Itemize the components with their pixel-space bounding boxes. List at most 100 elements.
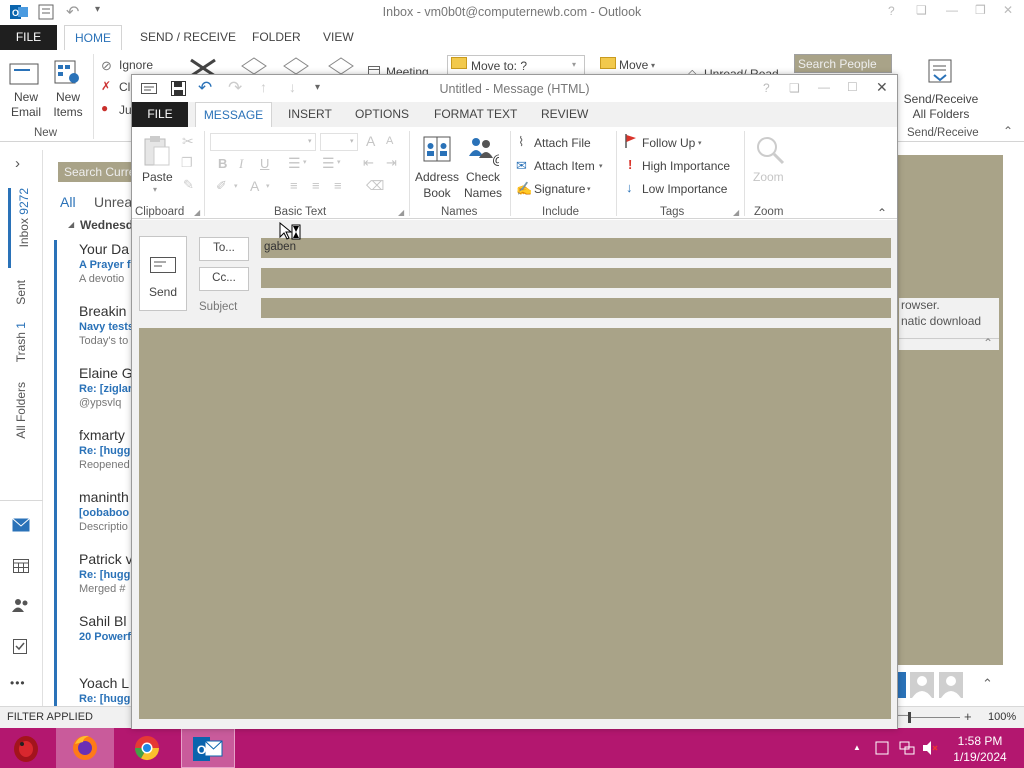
tab-file[interactable]: FILE	[0, 25, 57, 50]
list-item[interactable]: maninth [oobaboo Descriptio	[54, 488, 134, 550]
decrease-indent-icon[interactable]: ⇤	[363, 155, 374, 171]
action-center-icon[interactable]	[875, 741, 889, 755]
align-right-icon[interactable]: ≡	[334, 178, 342, 193]
clipboard-launcher-icon[interactable]: ◢	[194, 208, 200, 217]
list-item[interactable]: Yoach L Re: [hugg	[54, 674, 134, 706]
compose-minimize-button[interactable]: —	[818, 80, 830, 94]
align-left-icon[interactable]: ≡	[290, 178, 298, 193]
filter-all[interactable]: All	[60, 194, 76, 210]
nav-folder-sent[interactable]: Sent	[14, 280, 28, 305]
contact-photo-icon[interactable]	[939, 672, 963, 698]
search-people-input[interactable]: Search People	[794, 54, 892, 73]
zoom-button[interactable]: Zoom	[753, 170, 784, 184]
move-button[interactable]: Move	[619, 58, 648, 72]
tab-message[interactable]: MESSAGE	[195, 102, 272, 128]
nav-folder-trash[interactable]: Trash 1	[14, 322, 28, 362]
compose-ribbon-display-button[interactable]: ❑	[789, 81, 800, 95]
increase-indent-icon[interactable]: ⇥	[386, 155, 397, 171]
tab-format-text[interactable]: FORMAT TEXT	[434, 102, 517, 127]
taskbar-outlook[interactable]: O	[181, 728, 235, 768]
low-importance-button[interactable]: Low Importance	[642, 182, 727, 196]
junk-button[interactable]: Ju	[119, 103, 132, 117]
tasks-icon[interactable]	[13, 638, 27, 654]
taskbar-clock[interactable]: 1:58 PM 1/19/2024	[950, 733, 1010, 765]
signature-dropdown-icon[interactable]: ▾	[587, 185, 591, 193]
list-item[interactable]: Patrick v Re: [hugg Merged #	[54, 550, 134, 612]
list-item[interactable]: Sahil Bl 20 Powerf	[54, 612, 134, 674]
bullets-icon[interactable]: ☰	[288, 155, 301, 172]
zoom-slider[interactable]	[908, 717, 960, 718]
copy-icon[interactable]: ❐	[181, 155, 193, 171]
subject-field[interactable]	[261, 298, 891, 318]
tab-review[interactable]: REVIEW	[541, 102, 588, 127]
volume-muted-icon[interactable]	[922, 740, 938, 756]
taskbar-firefox[interactable]	[56, 728, 114, 768]
highlight-dropdown-icon[interactable]: ▾	[234, 182, 238, 190]
follow-up-button[interactable]: Follow Up	[642, 136, 695, 150]
new-email-button[interactable]	[8, 58, 42, 88]
ribbon-collapse-icon[interactable]: ⌃	[1003, 124, 1013, 138]
move-to-quickstep[interactable]: Move to: ? ▾	[447, 55, 585, 75]
nav-folder-all-folders[interactable]: All Folders	[14, 382, 28, 439]
infobar-collapse-icon[interactable]: ⌃	[983, 336, 993, 350]
people-icon[interactable]	[12, 598, 30, 612]
format-painter-icon[interactable]: ✎	[183, 177, 194, 193]
italic-button[interactable]: I	[239, 156, 243, 172]
bullets-dropdown-icon[interactable]: ▾	[303, 158, 307, 166]
taskbar-chrome[interactable]	[119, 728, 177, 768]
font-size-select[interactable]: ▾	[320, 133, 358, 151]
minimize-button[interactable]: —	[946, 3, 958, 17]
font-color-icon[interactable]: A	[250, 178, 259, 194]
restore-button[interactable]: ❒	[975, 3, 986, 17]
tab-folder[interactable]: FOLDER	[242, 25, 311, 50]
numbering-icon[interactable]: ☰	[322, 155, 335, 172]
cut-icon[interactable]: ✂	[182, 133, 194, 150]
tab-file[interactable]: FILE	[132, 102, 188, 127]
font-color-dropdown-icon[interactable]: ▾	[266, 182, 270, 190]
network-icon[interactable]	[899, 741, 915, 755]
list-item[interactable]: fxmarty Re: [hugg Reopened	[54, 426, 134, 488]
filter-unread[interactable]: Unrea	[94, 194, 132, 210]
ignore-button[interactable]: Ignore	[119, 58, 153, 72]
calendar-icon[interactable]	[13, 559, 29, 573]
address-book-button[interactable]: Address Book	[414, 169, 460, 201]
mail-icon[interactable]	[12, 518, 30, 532]
move-dropdown-icon[interactable]: ▾	[651, 61, 655, 70]
reply-all-icon[interactable]	[282, 56, 310, 76]
close-button[interactable]: ✕	[1003, 3, 1013, 17]
more-nav-icon[interactable]: •••	[10, 676, 26, 690]
cc-field[interactable]	[261, 268, 891, 288]
highlight-icon[interactable]: ✐	[216, 178, 227, 194]
zoom-level[interactable]: 100%	[988, 711, 1016, 723]
reply-icon[interactable]	[240, 56, 268, 76]
check-names-button[interactable]: Check Names	[460, 169, 506, 201]
compose-close-button[interactable]: ✕	[876, 79, 888, 96]
tab-send-receive[interactable]: SEND / RECEIVE	[130, 25, 246, 50]
message-body-editor[interactable]	[139, 328, 891, 719]
address-book-icon[interactable]	[422, 134, 452, 164]
cc-button[interactable]: Cc...	[199, 267, 249, 291]
send-receive-all-label[interactable]: Send/Receive All Folders	[903, 92, 979, 122]
zoom-out-button[interactable]: —	[898, 710, 908, 721]
compose-help-button[interactable]: ?	[763, 81, 770, 95]
search-mailbox-input[interactable]: Search Curre	[58, 162, 134, 182]
zoom-icon[interactable]	[755, 135, 785, 165]
compose-maximize-button[interactable]: ☐	[847, 80, 858, 94]
attach-item-button[interactable]: Attach Item	[534, 159, 595, 173]
send-receive-all-button[interactable]	[926, 58, 956, 86]
expand-folder-pane-icon[interactable]: ›	[15, 155, 20, 172]
collapse-group-icon[interactable]: ◢	[68, 220, 74, 229]
attach-file-button[interactable]: Attach File	[534, 136, 591, 150]
list-item[interactable]: Breakin Navy tests Today's to	[54, 302, 134, 364]
collapse-ribbon-icon[interactable]: ⌃	[877, 206, 887, 220]
tab-options[interactable]: OPTIONS	[355, 102, 409, 127]
help-button[interactable]: ?	[888, 4, 895, 18]
contact-photo-icon[interactable]	[910, 672, 934, 698]
grow-font-icon[interactable]: A	[366, 133, 375, 149]
new-email-label[interactable]: New Email	[6, 90, 46, 120]
basic-text-launcher-icon[interactable]: ◢	[398, 208, 404, 217]
to-button[interactable]: To...	[199, 237, 249, 261]
zoom-in-button[interactable]: +	[964, 709, 972, 724]
to-field[interactable]: gaben	[261, 238, 891, 258]
tray-expand-icon[interactable]: ▲	[853, 743, 861, 752]
